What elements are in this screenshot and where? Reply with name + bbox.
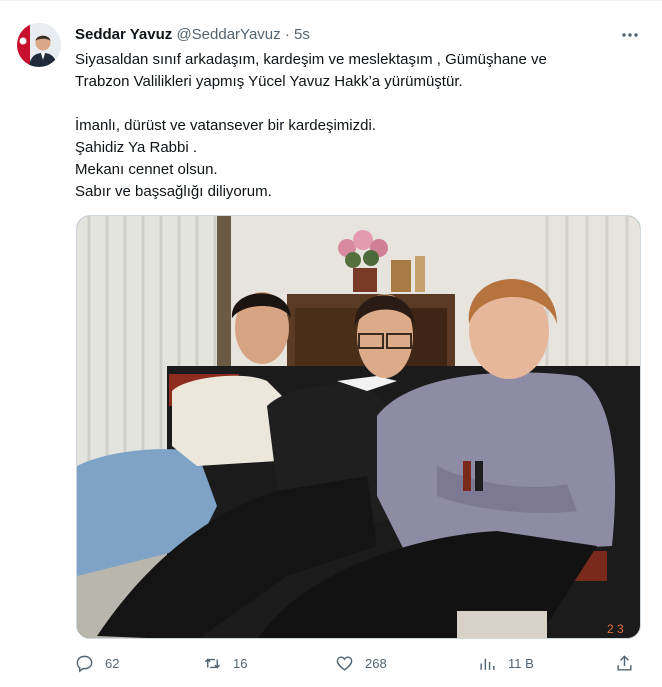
repost-icon — [204, 658, 221, 668]
tweet-text: Siyasaldan sınıf arkadaşım, kardeşim ve … — [75, 49, 645, 203]
tweet-line: Sabır ve başsağlığı diliyorum. — [75, 183, 272, 200]
reply-icon — [76, 655, 93, 672]
share-icon — [617, 654, 632, 671]
like-count: 268 — [365, 655, 387, 671]
avatar[interactable] — [17, 23, 61, 67]
tweet-line: İmanlı, dürüst ve vatansever bir kardeşi… — [75, 117, 376, 134]
share-button[interactable] — [615, 651, 634, 675]
separator-dot: · — [284, 26, 290, 43]
author-name[interactable]: Seddar Yavuz — [75, 26, 172, 43]
photo-date-stamp: 2 3 — [607, 622, 624, 636]
more-icon-glyph — [622, 33, 638, 37]
views-count: 11 B — [508, 655, 534, 671]
tweet-timestamp[interactable]: 5s — [294, 26, 310, 43]
repost-count: 16 — [233, 655, 248, 671]
like-button[interactable]: 268 — [335, 651, 387, 675]
reply-button[interactable]: 62 — [75, 651, 119, 675]
action-bar: 62 16 268 11 B — [75, 651, 642, 675]
tweet-line: Trabzon Valilikleri yapmış Yücel Yavuz H… — [75, 73, 463, 90]
tweet-line: Mekanı cennet olsun. — [75, 161, 218, 178]
heart-icon — [336, 655, 353, 671]
views-button[interactable]: 11 B — [478, 651, 534, 675]
tweet-card[interactable]: Seddar Yavuz @SeddarYavuz · 5s Siyasalda… — [0, 0, 662, 687]
avatar-image — [17, 23, 61, 67]
tweet-line: Şahidiz Ya Rabbi . — [75, 139, 198, 156]
photo-three-men-on-sofa: 2 3 — [77, 216, 640, 638]
author-handle[interactable]: @SeddarYavuz — [176, 26, 280, 43]
views-icon — [480, 658, 495, 670]
tweet-header: Seddar Yavuz @SeddarYavuz · 5s — [75, 25, 310, 45]
tweet-photo[interactable]: 2 3 — [76, 215, 641, 639]
tweet-line: Siyasaldan sınıf arkadaşım, kardeşim ve … — [75, 51, 547, 68]
more-icon[interactable] — [618, 25, 642, 45]
reply-count: 62 — [105, 655, 120, 671]
repost-button[interactable]: 16 — [203, 651, 247, 675]
